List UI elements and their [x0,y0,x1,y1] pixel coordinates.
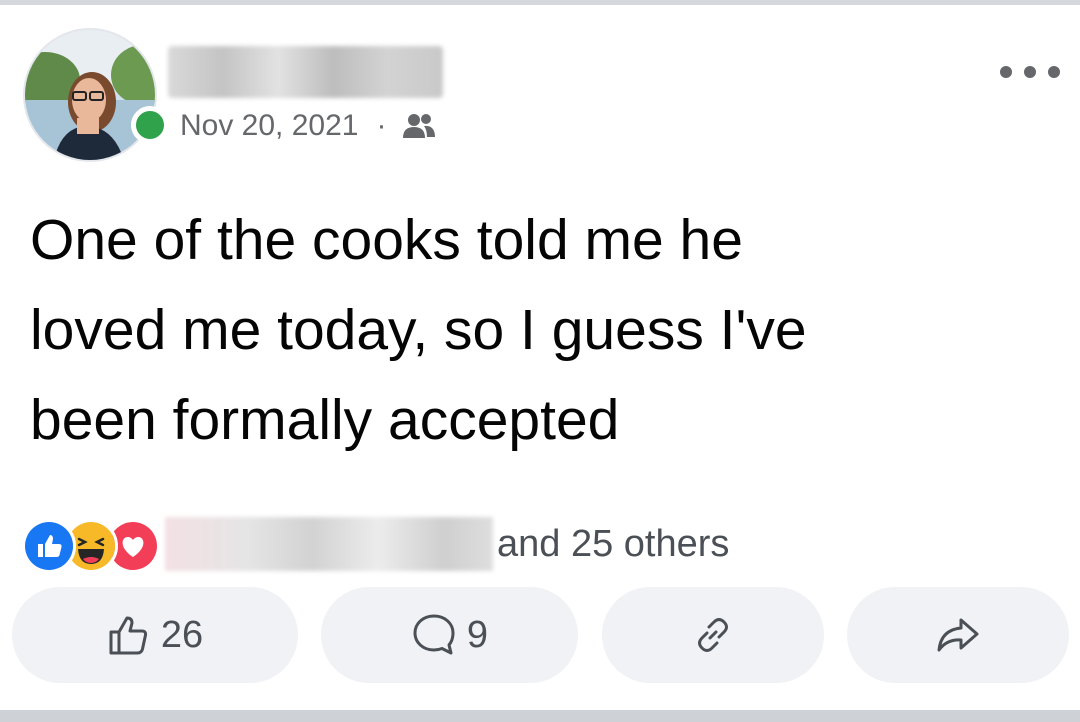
meta-separator: · [376,109,387,142]
post-text: One of the cooks told me he loved me tod… [30,208,807,452]
bottom-divider [0,710,1080,722]
like-button[interactable]: 26 [12,587,298,683]
reactions-others-text[interactable]: and 25 others [497,520,729,568]
reactor-names-redacted[interactable] [165,517,493,571]
more-dot-icon [1024,66,1036,78]
top-divider [0,0,1080,5]
online-status-indicator [131,106,169,144]
friends-icon[interactable] [402,113,436,139]
like-count: 26 [160,613,204,656]
share-button[interactable] [847,587,1069,683]
comment-button[interactable]: 9 [321,587,578,683]
comment-count: 9 [466,613,489,656]
link-icon [698,618,728,652]
share-arrow-icon [937,618,979,652]
thumbs-up-icon [109,616,147,655]
more-dot-icon [1000,66,1012,78]
avatar[interactable] [23,28,157,162]
comment-icon [413,614,455,655]
more-options-button[interactable] [1000,52,1060,92]
reactions-summary[interactable] [22,519,162,573]
avatar-photo [25,30,155,160]
copy-link-button[interactable] [602,587,824,683]
like-reaction-icon [22,519,76,573]
post-meta: Nov 20, 2021 · [180,106,436,146]
more-dot-icon [1048,66,1060,78]
author-name-redacted[interactable] [168,46,443,98]
post-date[interactable]: Nov 20, 2021 [180,109,358,143]
